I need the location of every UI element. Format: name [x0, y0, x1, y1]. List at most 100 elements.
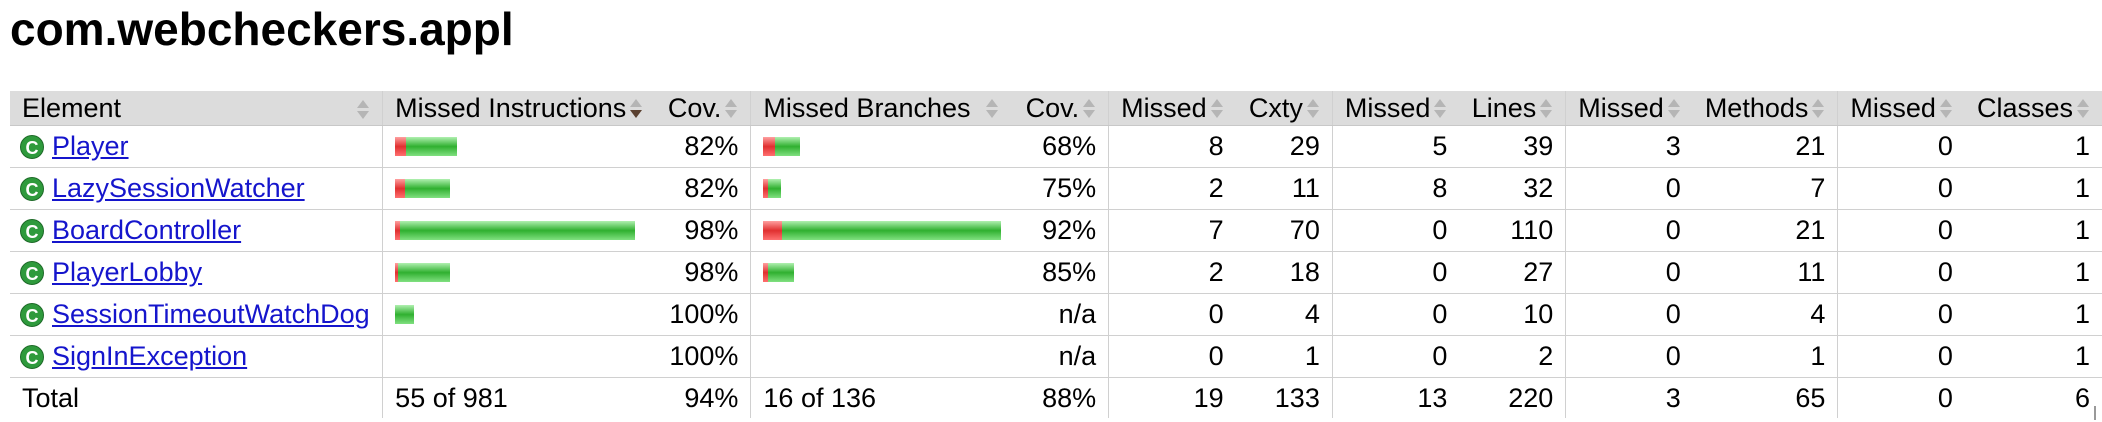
- missed-lines-cell: 8: [1331, 167, 1460, 210]
- total-instructions: 55 of 981: [382, 377, 656, 418]
- sort-arrows-icon: [1811, 98, 1825, 120]
- col-header-missed-classes[interactable]: Missed: [1837, 91, 1965, 126]
- class-link[interactable]: LazySessionWatcher: [52, 173, 305, 204]
- class-link[interactable]: PlayerLobby: [52, 257, 202, 288]
- missed-branches-bar-cell: [750, 335, 1014, 378]
- missed-instructions-bar-cell: [382, 209, 656, 252]
- class-link[interactable]: Player: [52, 131, 129, 162]
- col-header-lines[interactable]: Lines: [1459, 91, 1566, 126]
- class-link[interactable]: BoardController: [52, 215, 241, 246]
- instr-cov-cell: 100%: [655, 293, 751, 336]
- class-c-icon: C: [20, 260, 44, 285]
- table-row: C LazySessionWatcher 82% 75% 2 11 8 32 0 7 0 1: [10, 167, 2102, 210]
- branch-cov-cell: 75%: [1013, 167, 1109, 210]
- missed-methods-cell: 0: [1565, 251, 1693, 294]
- branches-missed-bar: [763, 221, 783, 240]
- class-c-icon: C: [20, 134, 44, 159]
- total-branches: 16 of 136: [750, 377, 1014, 418]
- table-row: C Player 82% 68% 8 29 5 39 3 21 0 1: [10, 125, 2102, 168]
- missed-classes-cell: 0: [1837, 125, 1965, 168]
- col-header-missed-lines[interactable]: Missed: [1331, 91, 1460, 126]
- missed-cxty-cell: 0: [1108, 293, 1236, 336]
- col-header-missed-cxty[interactable]: Missed: [1108, 91, 1236, 126]
- missed-cxty-cell: 8: [1108, 125, 1236, 168]
- instructions-covered-bar: [398, 263, 451, 282]
- sort-arrows-icon: [724, 98, 738, 120]
- methods-cell: 21: [1692, 125, 1838, 168]
- class-c-icon: C: [20, 344, 44, 369]
- col-header-classes[interactable]: Classes: [1964, 91, 2102, 126]
- col-header-missed-methods[interactable]: Missed: [1565, 91, 1693, 126]
- table-row: C BoardController 98% 92% 7 70 0 110 0 21 0 1: [10, 209, 2102, 252]
- missed-classes-cell: 0: [1837, 335, 1965, 378]
- lines-cell: 110: [1459, 209, 1566, 252]
- missed-methods-cell: 0: [1565, 293, 1693, 336]
- sort-arrows-icon: [1433, 98, 1447, 120]
- classes-cell: 1: [1964, 125, 2102, 168]
- methods-cell: 21: [1692, 209, 1838, 252]
- missed-classes-cell: 0: [1837, 209, 1965, 252]
- sort-arrows-icon: [1939, 98, 1953, 120]
- total-missed-classes: 0: [1837, 377, 1965, 418]
- class-c-icon: C: [20, 176, 44, 201]
- lines-cell: 32: [1459, 167, 1566, 210]
- missed-lines-cell: 0: [1331, 293, 1460, 336]
- table-total-row: Total 55 of 981 94% 16 of 136 88% 19 133…: [10, 377, 2102, 418]
- col-header-element[interactable]: Element: [10, 91, 383, 126]
- total-methods: 65: [1795, 382, 1826, 413]
- missed-instructions-bar-cell: [382, 293, 656, 336]
- sort-arrows-icon: [1210, 98, 1224, 120]
- missed-cxty-cell: 2: [1108, 251, 1236, 294]
- missed-cxty-cell: 0: [1108, 335, 1236, 378]
- col-header-branch-cov[interactable]: Cov.: [1013, 91, 1109, 126]
- col-header-methods[interactable]: Methods: [1692, 91, 1838, 126]
- col-header-instr-cov[interactable]: Cov.: [655, 91, 751, 126]
- classes-cell: 1: [1964, 293, 2102, 336]
- missed-branches-bar-cell: [750, 209, 1014, 252]
- classes-cell: 1: [1964, 251, 2102, 294]
- sort-arrows-icon: [356, 99, 370, 121]
- branch-cov-cell: 85%: [1013, 251, 1109, 294]
- class-link[interactable]: SignInException: [52, 341, 247, 372]
- branch-cov-cell: n/a: [1013, 293, 1109, 336]
- instr-cov-cell: 98%: [655, 251, 751, 294]
- instructions-covered-bar: [405, 179, 451, 198]
- element-cell: C Player: [10, 125, 383, 168]
- missed-classes-cell: 0: [1837, 167, 1965, 210]
- instructions-missed-bar: [395, 137, 407, 156]
- page-title: com.webcheckers.appl: [10, 3, 514, 55]
- class-link[interactable]: SessionTimeoutWatchDog: [52, 299, 370, 330]
- methods-cell: 1: [1692, 335, 1838, 378]
- lines-cell: 39: [1459, 125, 1566, 168]
- col-header-missed-branches[interactable]: Missed Branches: [750, 91, 1014, 126]
- element-cell: C SessionTimeoutWatchDog: [10, 293, 383, 336]
- missed-branches-bar-cell: [750, 125, 1014, 168]
- total-label: Total: [22, 382, 80, 413]
- cxty-cell: 4: [1235, 293, 1333, 336]
- missed-lines-cell: 5: [1331, 125, 1460, 168]
- missed-instructions-bar-cell: [382, 251, 656, 294]
- branch-cov-cell: 92%: [1013, 209, 1109, 252]
- resize-handle-icon: [2094, 406, 2102, 420]
- element-cell: C BoardController: [10, 209, 383, 252]
- class-c-icon: C: [20, 218, 44, 243]
- sort-desc-icon: [629, 98, 643, 120]
- instr-cov-cell: 82%: [655, 167, 751, 210]
- missed-methods-cell: 0: [1565, 209, 1693, 252]
- sort-arrows-icon: [2076, 98, 2090, 120]
- missed-lines-cell: 0: [1331, 209, 1460, 252]
- missed-methods-cell: 0: [1565, 167, 1693, 210]
- instr-cov-cell: 100%: [655, 335, 751, 378]
- element-cell: C LazySessionWatcher: [10, 167, 383, 210]
- total-branch-cov: 88%: [1042, 382, 1097, 413]
- col-header-missed-instructions[interactable]: Missed Instructions: [382, 91, 656, 126]
- missed-branches-bar-cell: [750, 167, 1014, 210]
- missed-classes-cell: 0: [1837, 251, 1965, 294]
- lines-cell: 10: [1459, 293, 1566, 336]
- missed-cxty-cell: 7: [1108, 209, 1236, 252]
- missed-branches-bar-cell: [750, 251, 1014, 294]
- col-header-cxty[interactable]: Cxty: [1235, 91, 1333, 126]
- missed-instructions-bar-cell: [382, 335, 656, 378]
- missed-branches-bar-cell: [750, 293, 1014, 336]
- element-cell: C SignInException: [10, 335, 383, 378]
